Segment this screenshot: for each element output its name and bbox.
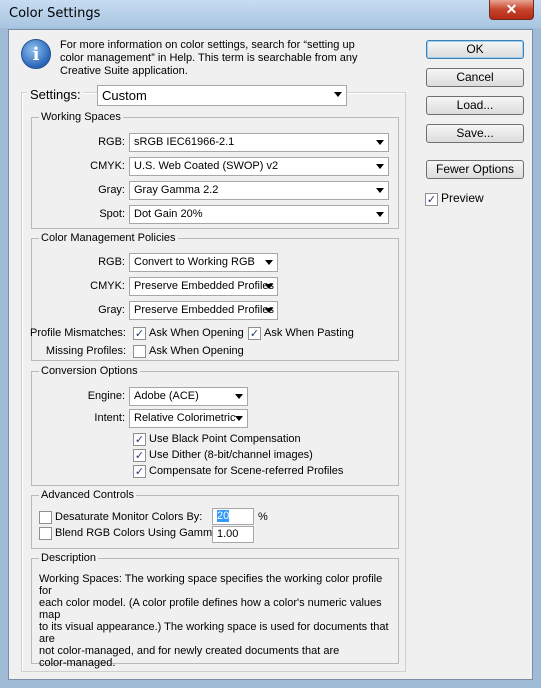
fewer-options-button[interactable]: Fewer Options xyxy=(426,160,524,179)
dropdown-value: Gray Gamma 2.2 xyxy=(134,184,219,196)
ok-button[interactable]: OK xyxy=(426,40,524,59)
desaturate-input[interactable]: 20 xyxy=(212,508,254,525)
mismatch-opening-label: Ask When Opening xyxy=(149,327,244,339)
mismatch-pasting-label: Ask When Pasting xyxy=(264,327,354,339)
ws-cmyk-label: CMYK: xyxy=(90,160,125,172)
ws-spot-label: Spot: xyxy=(99,208,125,220)
ws-gray-label: Gray: xyxy=(98,184,125,196)
dropdown-value: Adobe (ACE) xyxy=(134,390,199,402)
blend-gamma-input[interactable]: 1.00 xyxy=(212,526,254,543)
description-line: not color-managed, and for newly created… xyxy=(39,645,340,657)
description-line: to its visual appearance.) The working s… xyxy=(39,621,389,645)
blend-gamma-label: Blend RGB Colors Using Gamma: xyxy=(55,527,222,539)
ws-rgb-dropdown[interactable]: sRGB IEC61966-2.1 xyxy=(129,133,389,152)
missing-profiles-label: Missing Profiles: xyxy=(45,345,126,357)
group-title: Conversion Options xyxy=(39,365,140,378)
desaturate-value: 20 xyxy=(217,510,230,522)
ws-gray-dropdown[interactable]: Gray Gamma 2.2 xyxy=(129,181,389,200)
dialog-body: i For more information on color settings… xyxy=(8,29,533,680)
info-text: For more information on color settings, … xyxy=(60,39,385,78)
check-icon: ✓ xyxy=(134,449,145,462)
profile-mismatches-label: Profile Mismatches: xyxy=(30,327,126,339)
preview-checkbox[interactable]: ✓ xyxy=(425,193,438,206)
chevron-down-icon xyxy=(376,212,384,217)
chevron-down-icon xyxy=(265,260,273,265)
description-line: each color model. (A color profile defin… xyxy=(39,597,382,621)
policy-cmyk-dropdown[interactable]: Preserve Embedded Profiles xyxy=(129,277,278,296)
dropdown-value: Relative Colorimetric xyxy=(134,412,236,424)
black-point-label: Use Black Point Compensation xyxy=(149,433,301,445)
chevron-down-icon xyxy=(376,164,384,169)
intent-label: Intent: xyxy=(94,412,125,424)
engine-label: Engine: xyxy=(87,390,125,402)
settings-value: Custom xyxy=(102,88,147,103)
title-bar[interactable]: Color Settings ✕ xyxy=(0,0,541,28)
dropdown-value: Preserve Embedded Profiles xyxy=(134,304,275,316)
policy-gray-dropdown[interactable]: Preserve Embedded Profiles xyxy=(129,301,278,320)
info-line: color management” in Help. This term is … xyxy=(60,52,358,64)
group-title: Advanced Controls xyxy=(39,489,136,502)
blend-gamma-checkbox[interactable] xyxy=(39,527,52,540)
chevron-down-icon xyxy=(376,140,384,145)
save-button[interactable]: Save... xyxy=(426,124,524,143)
chevron-down-icon xyxy=(376,188,384,193)
dropdown-value: Dot Gain 20% xyxy=(134,208,203,220)
settings-label: Settings: xyxy=(27,87,84,103)
missing-opening-label: Ask When Opening xyxy=(149,345,244,357)
dither-checkbox[interactable]: ✓ xyxy=(133,449,146,462)
percent-unit: % xyxy=(258,511,268,523)
policy-cmyk-label: CMYK: xyxy=(90,280,125,292)
dropdown-value: U.S. Web Coated (SWOP) v2 xyxy=(134,160,279,172)
check-icon: ✓ xyxy=(134,327,145,340)
description-text: Working Spaces: The working space specif… xyxy=(39,573,394,669)
dropdown-value: Convert to Working RGB xyxy=(134,256,255,268)
cancel-button[interactable]: Cancel xyxy=(426,68,524,87)
mismatch-pasting-checkbox[interactable]: ✓ xyxy=(248,327,261,340)
dither-label: Use Dither (8-bit/channel images) xyxy=(149,449,313,461)
desaturate-checkbox[interactable] xyxy=(39,511,52,524)
info-line: For more information on color settings, … xyxy=(60,39,355,51)
group-title: Working Spaces xyxy=(39,111,123,124)
check-icon: ✓ xyxy=(134,465,145,478)
policy-gray-label: Gray: xyxy=(98,304,125,316)
mismatch-opening-checkbox[interactable]: ✓ xyxy=(133,327,146,340)
description-line: color-managed. xyxy=(39,657,116,669)
info-icon: i xyxy=(21,39,51,69)
ws-spot-dropdown[interactable]: Dot Gain 20% xyxy=(129,205,389,224)
group-title: Color Management Policies xyxy=(39,232,178,245)
check-icon: ✓ xyxy=(426,193,437,206)
check-icon: ✓ xyxy=(134,433,145,446)
preview-label: Preview xyxy=(441,191,484,205)
chevron-down-icon xyxy=(235,394,243,399)
chevron-down-icon xyxy=(334,92,342,97)
chevron-down-icon xyxy=(235,416,243,421)
intent-dropdown[interactable]: Relative Colorimetric xyxy=(129,409,248,428)
chevron-down-icon xyxy=(265,284,273,289)
close-button[interactable]: ✕ xyxy=(489,0,534,20)
dropdown-value: Preserve Embedded Profiles xyxy=(134,280,275,292)
dropdown-value: sRGB IEC61966-2.1 xyxy=(134,136,235,148)
desaturate-label: Desaturate Monitor Colors By: xyxy=(55,511,203,523)
group-title: Description xyxy=(39,552,99,565)
ws-cmyk-dropdown[interactable]: U.S. Web Coated (SWOP) v2 xyxy=(129,157,389,176)
black-point-checkbox[interactable]: ✓ xyxy=(133,433,146,446)
window-title: Color Settings xyxy=(9,6,101,21)
blend-gamma-value: 1.00 xyxy=(217,528,239,540)
engine-dropdown[interactable]: Adobe (ACE) xyxy=(129,387,248,406)
load-button[interactable]: Load... xyxy=(426,96,524,115)
scene-referred-label: Compensate for Scene-referred Profiles xyxy=(149,465,344,477)
chevron-down-icon xyxy=(265,308,273,313)
policy-rgb-dropdown[interactable]: Convert to Working RGB xyxy=(129,253,278,272)
close-icon: ✕ xyxy=(505,1,518,17)
info-line: Creative Suite application. xyxy=(60,65,188,77)
description-line: Working Spaces: The working space specif… xyxy=(39,573,383,597)
scene-referred-checkbox[interactable]: ✓ xyxy=(133,465,146,478)
check-icon: ✓ xyxy=(249,327,260,340)
ws-rgb-label: RGB: xyxy=(98,136,125,148)
policy-rgb-label: RGB: xyxy=(98,256,125,268)
settings-dropdown[interactable]: Custom xyxy=(97,85,347,106)
missing-opening-checkbox[interactable] xyxy=(133,345,146,358)
